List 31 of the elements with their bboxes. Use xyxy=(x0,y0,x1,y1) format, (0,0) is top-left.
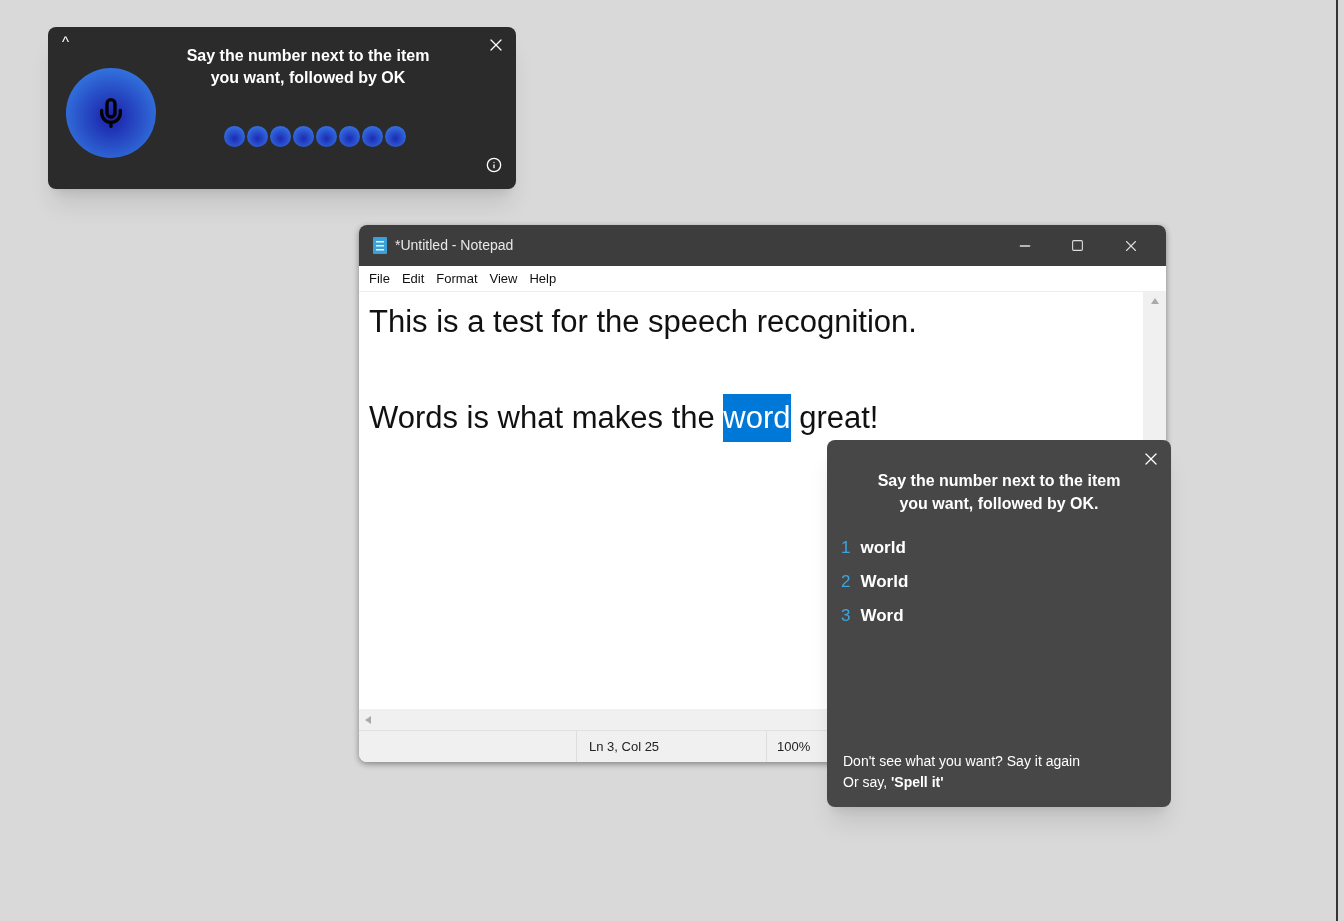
menu-item[interactable]: Edit xyxy=(401,268,425,289)
text-run: great! xyxy=(798,399,879,437)
menu-item[interactable]: Help xyxy=(529,268,557,289)
item-text: World xyxy=(860,571,909,594)
item-number: 3 xyxy=(841,605,851,628)
collapse-button[interactable]: ^ xyxy=(62,31,70,54)
prompt-text: Say the number next to the item you want, followed by OK xyxy=(185,46,431,88)
maximize-button[interactable] xyxy=(1071,239,1084,252)
text-run: This is a test for the speech recognition. xyxy=(369,303,917,341)
hint-text: Or say, 'Spell it' xyxy=(843,773,945,792)
item-text: Word xyxy=(860,605,904,628)
item-text: world xyxy=(860,537,906,560)
suggestion-item[interactable]: 1 world xyxy=(841,536,909,560)
info-icon[interactable] xyxy=(486,157,502,173)
menu-item[interactable]: File xyxy=(369,268,390,289)
hint-text: Don't see what you want? Say it again xyxy=(843,752,1080,771)
suggestion-item[interactable]: 3 Word xyxy=(841,604,909,628)
notepad-icon xyxy=(373,237,387,254)
item-number: 2 xyxy=(841,571,851,594)
scroll-left-icon xyxy=(365,715,371,724)
item-number: 1 xyxy=(841,537,851,560)
status-position: Ln 3, Col 25 xyxy=(577,731,767,762)
window-title: *Untitled - Notepad xyxy=(395,236,514,255)
text-run: word xyxy=(723,394,791,442)
status-zoom: 100% xyxy=(776,737,812,756)
scroll-up-icon xyxy=(1150,298,1159,304)
prompt-text: Say the number next to the item you want, followed by OK. xyxy=(876,471,1122,514)
menu-item[interactable]: Format xyxy=(436,268,478,289)
suggestion-item[interactable]: 2 World xyxy=(841,570,909,594)
text-run: Words is what makes the xyxy=(369,399,716,437)
menu-item[interactable]: View xyxy=(489,268,518,289)
